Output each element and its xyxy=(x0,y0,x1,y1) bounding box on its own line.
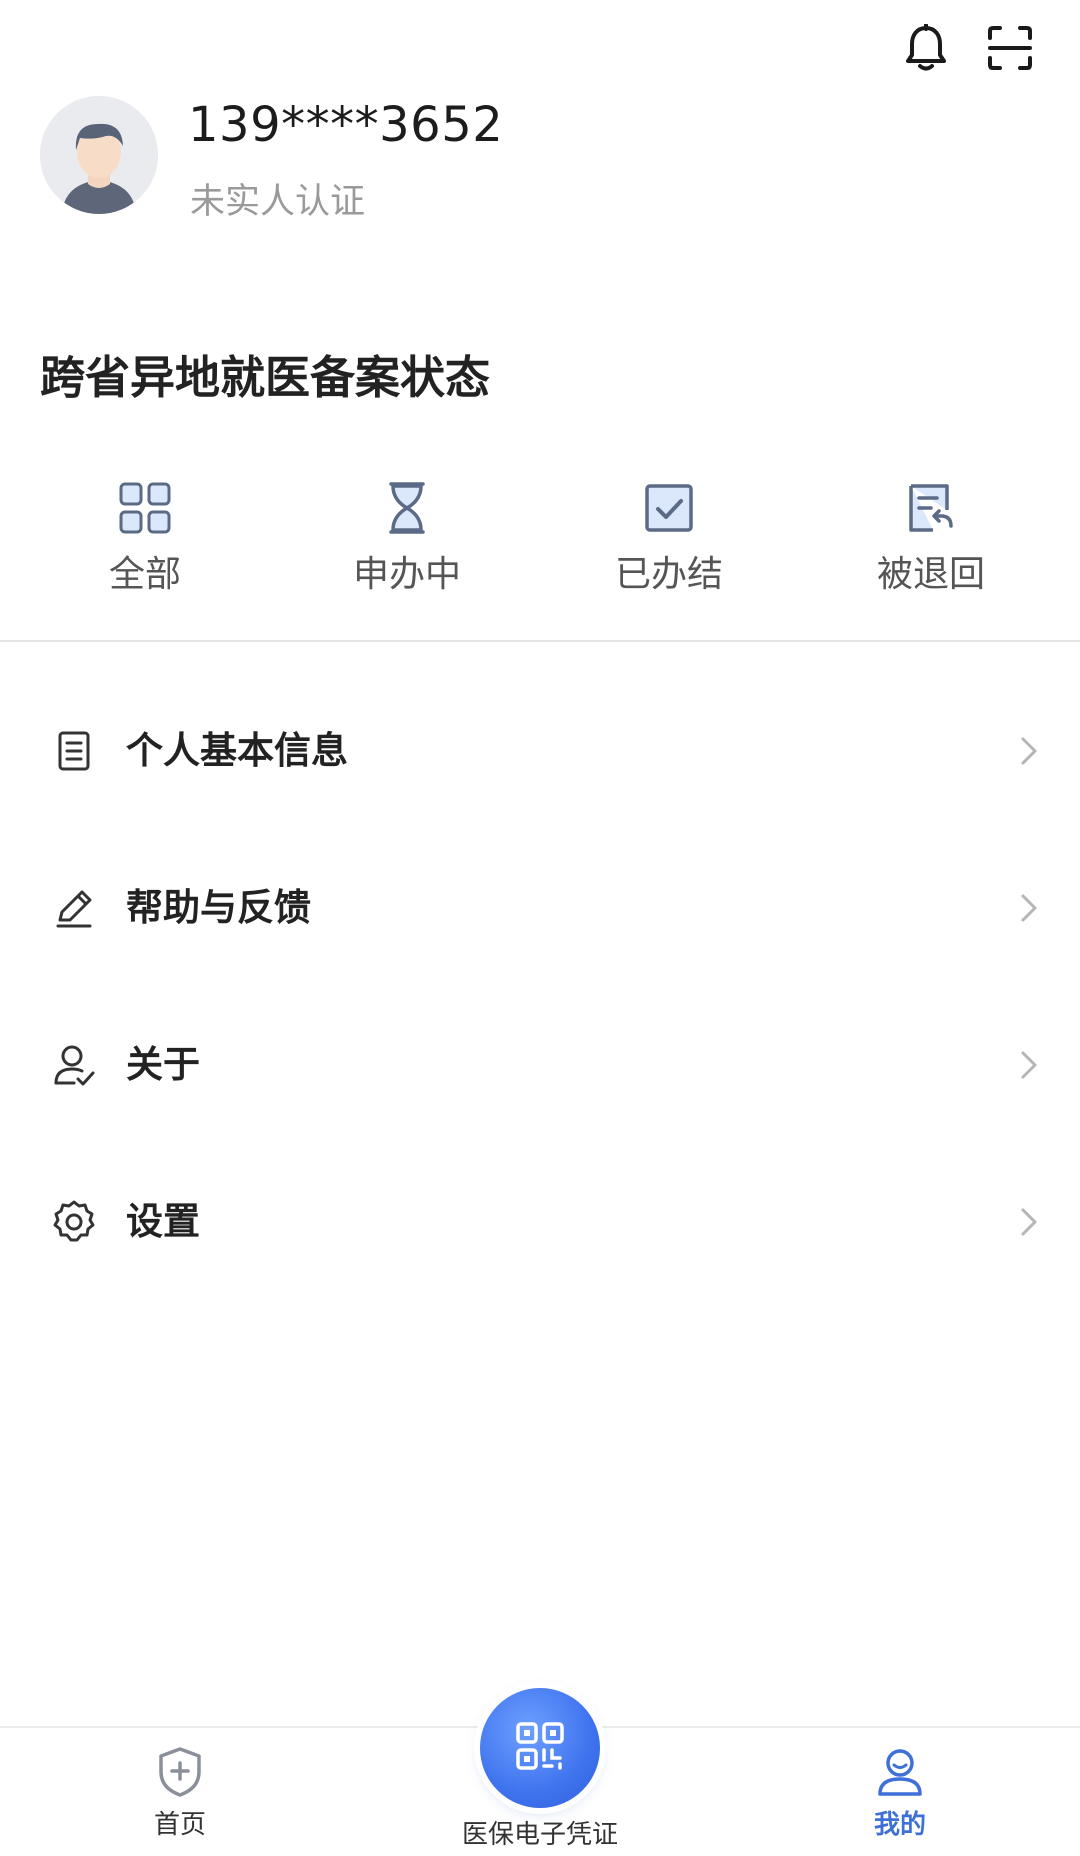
menu-item-label: 帮助与反馈 xyxy=(126,885,311,929)
check-square-icon xyxy=(639,478,699,538)
gear-icon xyxy=(48,1196,100,1248)
chevron-right-icon xyxy=(1014,1202,1044,1242)
bell-icon[interactable] xyxy=(900,22,952,74)
status-label: 已办结 xyxy=(614,554,723,595)
user-check-icon xyxy=(48,1039,100,1091)
hourglass-icon xyxy=(377,478,437,538)
qr-code-icon xyxy=(514,1720,566,1776)
status-label: 申办中 xyxy=(352,554,461,595)
status-label: 全部 xyxy=(108,554,181,595)
status-all[interactable]: 全部 xyxy=(14,478,276,618)
shield-plus-icon xyxy=(156,1746,204,1802)
verification-status[interactable]: 未实人认证 xyxy=(190,180,365,224)
qr-code-label[interactable]: 医保电子凭证 xyxy=(400,1818,680,1852)
avatar[interactable] xyxy=(40,96,158,214)
chevron-right-icon xyxy=(1014,888,1044,928)
status-completed[interactable]: 已办结 xyxy=(538,478,800,618)
qr-code-button[interactable] xyxy=(480,1688,600,1808)
document-return-icon xyxy=(901,478,961,538)
divider xyxy=(0,640,1080,642)
nav-home-label: 首页 xyxy=(153,1810,206,1840)
page: 139****3652 未实人认证 跨省异地就医备案状态 全部 申办中 已办结 … xyxy=(0,0,1080,1856)
menu-list: 个人基本信息 帮助与反馈 关于 设置 xyxy=(0,672,1080,1300)
status-returned[interactable]: 被退回 xyxy=(800,478,1062,618)
status-processing[interactable]: 申办中 xyxy=(276,478,538,618)
filing-status-row: 全部 申办中 已办结 被退回 xyxy=(0,478,1080,618)
document-list-icon xyxy=(48,725,100,777)
user-icon xyxy=(874,1746,926,1802)
menu-item-label: 关于 xyxy=(126,1042,200,1086)
chevron-right-icon xyxy=(1014,1045,1044,1085)
section-title: 跨省异地就医备案状态 xyxy=(40,351,491,404)
pencil-icon xyxy=(48,882,100,934)
menu-item-help-feedback[interactable]: 帮助与反馈 xyxy=(0,829,1080,986)
chevron-right-icon xyxy=(1014,731,1044,771)
phone-number: 139****3652 xyxy=(188,97,504,153)
scan-icon[interactable] xyxy=(984,22,1036,74)
nav-me-label: 我的 xyxy=(873,1810,926,1840)
grid-icon xyxy=(115,478,175,538)
nav-me[interactable]: 我的 xyxy=(840,1746,960,1842)
menu-item-about[interactable]: 关于 xyxy=(0,986,1080,1143)
status-label: 被退回 xyxy=(876,554,985,595)
nav-home[interactable]: 首页 xyxy=(120,1746,240,1842)
menu-item-label: 个人基本信息 xyxy=(126,728,348,772)
menu-item-settings[interactable]: 设置 xyxy=(0,1143,1080,1300)
menu-item-personal-info[interactable]: 个人基本信息 xyxy=(0,672,1080,829)
menu-item-label: 设置 xyxy=(126,1199,200,1243)
